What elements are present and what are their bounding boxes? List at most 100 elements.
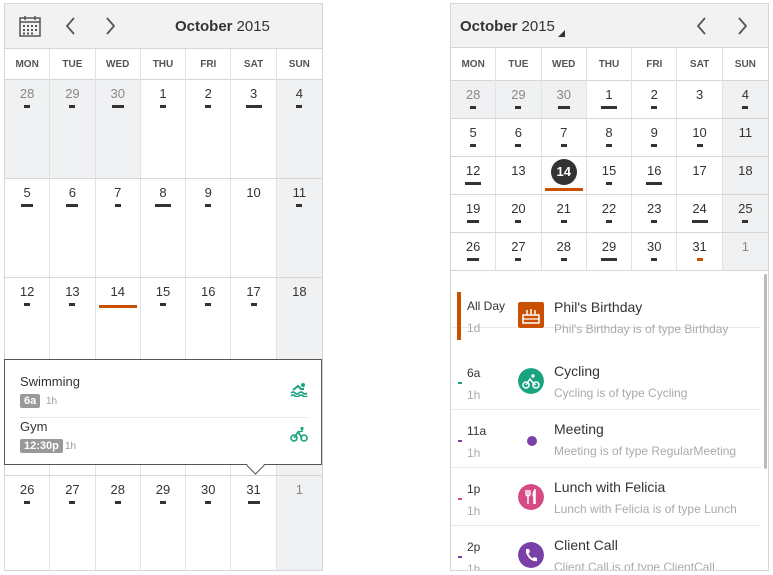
event-indicator bbox=[296, 105, 303, 108]
day-cell[interactable]: 19 bbox=[451, 195, 497, 232]
day-cell[interactable]: 28 bbox=[451, 81, 497, 118]
chevron-left-icon[interactable] bbox=[691, 15, 713, 37]
event-indicator bbox=[646, 182, 663, 185]
day-cell[interactable]: 5 bbox=[5, 179, 51, 277]
day-cell[interactable]: 2 bbox=[186, 80, 232, 178]
day-number: 30 bbox=[556, 87, 571, 102]
day-number: 21 bbox=[556, 201, 571, 216]
day-cell[interactable]: 2 bbox=[632, 81, 678, 118]
bicycle-icon bbox=[290, 426, 308, 442]
day-cell[interactable]: 3 bbox=[677, 81, 723, 118]
day-cell[interactable]: 3 bbox=[231, 80, 277, 178]
chevron-left-icon[interactable] bbox=[60, 15, 82, 37]
day-cell[interactable]: 1 bbox=[141, 80, 187, 178]
day-cell[interactable]: 22 bbox=[587, 195, 633, 232]
event-indicator bbox=[600, 106, 617, 109]
day-cell[interactable]: 26 bbox=[5, 476, 51, 570]
agenda-item[interactable]: 2p 1h Client Call Client Call is of type… bbox=[451, 526, 761, 570]
day-cell[interactable]: 4 bbox=[276, 80, 322, 178]
today-cell[interactable]: 14 bbox=[542, 157, 587, 194]
day-cell[interactable]: 26 bbox=[451, 233, 497, 270]
day-cell[interactable]: 21 bbox=[542, 195, 587, 232]
event-indicator bbox=[651, 106, 658, 109]
day-cell[interactable]: 28 bbox=[96, 476, 141, 570]
popup-event-item[interactable]: Swimming 6a 1h bbox=[20, 372, 308, 418]
day-number: 30 bbox=[110, 86, 125, 101]
event-indicator bbox=[205, 204, 212, 207]
day-cell[interactable]: 11 bbox=[722, 119, 768, 156]
day-cell[interactable]: 6 bbox=[50, 179, 96, 277]
day-cell[interactable]: 27 bbox=[50, 476, 96, 570]
day-cell[interactable]: 10 bbox=[231, 179, 277, 277]
day-cell[interactable]: 8 bbox=[141, 179, 187, 277]
event-indicator bbox=[696, 258, 703, 261]
day-cell[interactable]: 31 bbox=[231, 476, 277, 570]
month-picker-toggle[interactable]: October 2015 bbox=[460, 18, 565, 37]
day-cell[interactable]: 18 bbox=[722, 157, 768, 194]
day-number: 26 bbox=[465, 239, 481, 254]
day-cell[interactable]: 24 bbox=[677, 195, 723, 232]
day-cell[interactable]: 29 bbox=[141, 476, 187, 570]
day-cell[interactable]: 28 bbox=[5, 80, 51, 178]
day-cell[interactable]: 7 bbox=[96, 179, 141, 277]
day-cell[interactable]: 31 bbox=[677, 233, 723, 270]
day-number: 15 bbox=[155, 284, 171, 299]
day-cell[interactable]: 8 bbox=[587, 119, 633, 156]
day-cell[interactable]: 30 bbox=[186, 476, 232, 570]
day-cell[interactable]: 5 bbox=[451, 119, 497, 156]
day-cell[interactable]: 1 bbox=[276, 476, 322, 570]
day-cell[interactable]: 9 bbox=[186, 179, 232, 277]
month-year: 2015 bbox=[236, 18, 270, 35]
chevron-right-icon[interactable] bbox=[99, 15, 121, 37]
day-cell[interactable]: 16 bbox=[632, 157, 678, 194]
day-cell[interactable]: 29 bbox=[496, 81, 542, 118]
day-cell[interactable]: 6 bbox=[496, 119, 542, 156]
agenda-item[interactable]: 6a 1h Cycling Cycling is of type Cycling bbox=[451, 352, 761, 410]
phone-icon bbox=[518, 542, 544, 568]
day-cell[interactable]: 29 bbox=[587, 233, 633, 270]
chevron-right-icon[interactable] bbox=[731, 15, 753, 37]
day-cell[interactable]: 30 bbox=[632, 233, 678, 270]
day-cell[interactable]: 7 bbox=[542, 119, 587, 156]
week-row: 28 29 30 1 2 3 4 bbox=[5, 80, 322, 179]
event-indicator bbox=[515, 220, 522, 223]
calendar-icon[interactable] bbox=[18, 14, 42, 38]
day-cell[interactable]: 11 bbox=[276, 179, 322, 277]
day-cell[interactable]: 30 bbox=[95, 80, 141, 178]
day-cell[interactable]: 27 bbox=[496, 233, 542, 270]
dropdown-triangle-icon bbox=[557, 30, 565, 37]
day-cell[interactable]: 28 bbox=[542, 233, 587, 270]
day-cell[interactable]: 13 bbox=[496, 157, 542, 194]
event-duration: 1h bbox=[65, 441, 77, 452]
day-cell[interactable]: 9 bbox=[632, 119, 678, 156]
agenda-item[interactable]: 1p 1h Lunch with Felicia Lunch with Feli… bbox=[451, 468, 761, 526]
day-number: 30 bbox=[647, 239, 662, 254]
day-cell[interactable]: 20 bbox=[496, 195, 542, 232]
event-indicator bbox=[605, 144, 612, 147]
agenda-item[interactable]: 11a 1h Meeting Meeting is of type Regula… bbox=[451, 410, 761, 468]
weekday-label: MON bbox=[451, 48, 497, 81]
week-row: 5 6 7 8 9 10 11 bbox=[5, 179, 322, 278]
weekday-header-row: MON TUE WED THU FRI SAT SUN bbox=[5, 49, 322, 80]
day-cell[interactable]: 1 bbox=[722, 233, 768, 270]
popup-event-item[interactable]: Gym 12:30p 1h bbox=[20, 417, 308, 463]
month-name: October bbox=[175, 18, 233, 35]
weekday-label: SAT bbox=[231, 49, 277, 80]
day-cell[interactable]: 30 bbox=[541, 81, 587, 118]
day-cell[interactable]: 10 bbox=[677, 119, 723, 156]
event-indicator bbox=[245, 105, 262, 108]
day-cell[interactable]: 29 bbox=[50, 80, 96, 178]
agenda-scrollbar[interactable] bbox=[764, 274, 767, 469]
event-indicator bbox=[515, 144, 522, 147]
day-cell[interactable]: 4 bbox=[722, 81, 768, 118]
agenda-item[interactable]: All Day 1d Phil's Birthday Phil's Birthd… bbox=[451, 270, 761, 340]
day-cell[interactable]: 15 bbox=[587, 157, 633, 194]
agenda-title: Meeting bbox=[554, 421, 604, 437]
day-number: 14 bbox=[110, 284, 125, 299]
day-cell[interactable]: 17 bbox=[677, 157, 723, 194]
event-indicator bbox=[467, 258, 480, 261]
day-cell[interactable]: 1 bbox=[587, 81, 633, 118]
day-cell[interactable]: 23 bbox=[632, 195, 678, 232]
day-cell[interactable]: 25 bbox=[722, 195, 768, 232]
day-cell[interactable]: 12 bbox=[451, 157, 497, 194]
